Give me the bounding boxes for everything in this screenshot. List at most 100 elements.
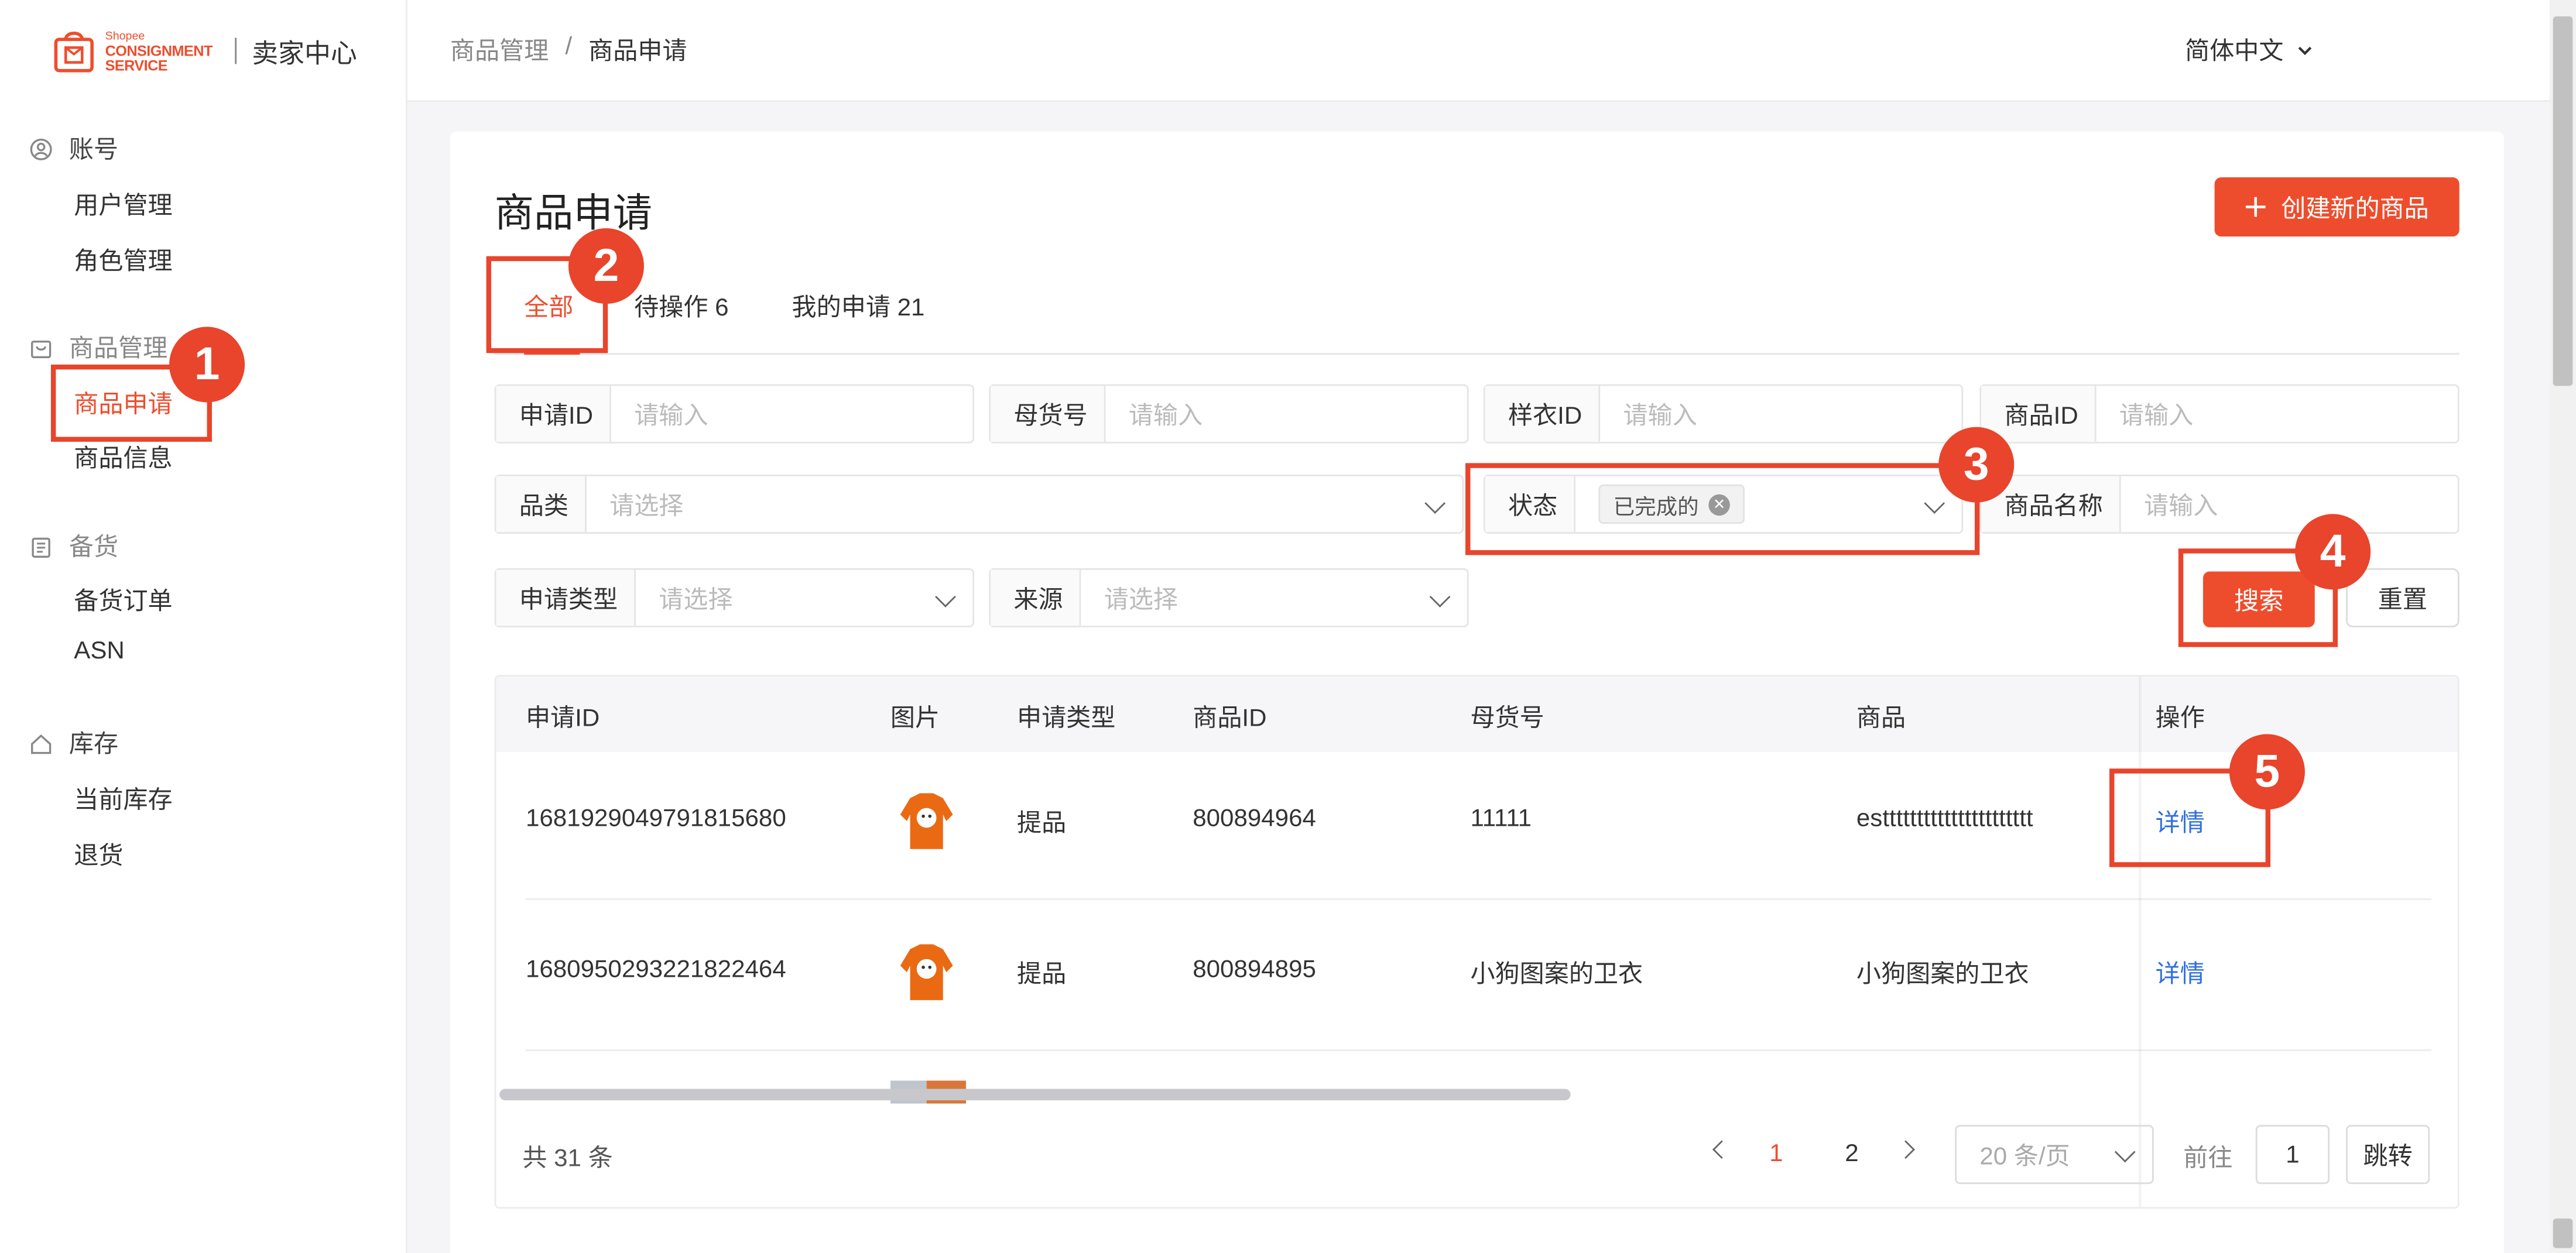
annotation-badge-4: 4 [2295,514,2371,590]
topbar: 商品管理 / 商品申请 简体中文 [407,0,2550,102]
nav-group-inventory-label: 库存 [68,730,119,759]
product-name-input[interactable]: 请输入 [2121,476,2458,532]
chevron-left-icon [1712,1140,1731,1159]
chevron-down-icon [1424,493,1445,514]
annotation-badge-2: 2 [568,228,644,304]
cell-apply-id: 1680950293221822464 [525,956,786,984]
parent-sku-filter: 母货号 请输入 [989,384,1469,444]
scrollbar-thumb[interactable] [2553,16,2573,386]
apply-type-select[interactable]: 请选择 [636,570,972,626]
sidebar-item-role-management[interactable]: 角色管理 [74,243,172,277]
cell-apply-type: 提品 [1016,809,1067,838]
tab-my-applications[interactable]: 我的申请 21 [792,289,925,324]
breadcrumb-current: 商品申请 [588,37,687,66]
plus-icon [2246,197,2266,217]
logo-line1: CONSIGNMENT [105,42,213,59]
apply-type-label: 申请类型 [496,569,636,626]
cell-parent-sku: 11111 [1470,804,1532,833]
tab-pending[interactable]: 待操作 6 [634,289,728,324]
annotation-badge-1: 1 [169,327,245,403]
sidebar-item-stock-orders[interactable]: 备货订单 [74,583,172,617]
breadcrumb-product-management[interactable]: 商品管理 [450,33,549,67]
sidebar-item-asn[interactable]: ASN [74,637,125,665]
column-action: 操作 [2155,704,2205,733]
language-selector[interactable]: 简体中文 [2185,33,2313,67]
chevron-right-icon [1896,1140,1915,1159]
column-parent-sku: 母货号 [1470,704,1544,733]
sample-id-filter: 样衣ID 请输入 [1483,384,1964,444]
shopping-bag-icon [31,339,52,358]
scrollbar-thumb-bottom[interactable] [2553,1218,2573,1248]
source-placeholder: 请选择 [1104,585,1179,614]
breadcrumb-separator: / [565,33,573,61]
cell-product: estttttttttttttttttttttt [1856,804,2033,833]
parent-sku-input[interactable]: 请输入 [1106,386,1467,441]
page-2[interactable]: 2 [1845,1139,1858,1168]
nav-group-account-label: 账号 [68,136,119,164]
sidebar-item-product-info[interactable]: 商品信息 [74,440,172,475]
table-horizontal-scrollbar[interactable] [499,1089,1571,1101]
applications-table: 申请ID 图片 申请类型 商品ID 母货号 商品 操作 168192904979… [494,675,2459,1209]
goto-page-input[interactable]: 1 [2255,1125,2330,1185]
annotation-badge-3: 3 [1938,427,2015,503]
product-id-input[interactable]: 请输入 [2097,386,2458,441]
sidebar-item-user-management[interactable]: 用户管理 [74,187,172,222]
page-1[interactable]: 1 [1769,1139,1783,1168]
apply-id-filter: 申请ID 请输入 [494,384,975,444]
nav-group-stocking[interactable]: 备货 [30,529,119,564]
chevron-down-icon [1429,586,1451,607]
page-size-select[interactable]: 20 条/页 [1955,1125,2154,1185]
detail-link[interactable]: 详情 [2156,956,2205,990]
nav-group-inventory[interactable]: 库存 [30,726,119,760]
table-header: 申请ID 图片 申请类型 商品ID 母货号 商品 操作 [496,677,2458,753]
nav-group-product-label: 商品管理 [68,335,168,363]
goto-label: 前往 [2183,1144,2233,1173]
logo-bag-icon [53,28,95,74]
product-id-label: 商品ID [1981,386,2097,442]
product-thumbnail[interactable] [897,939,956,1005]
sidebar: Shopee CONSIGNMENT SERVICE 卖家中心 账号 用户管理 … [0,0,407,1253]
annotation-badge-5: 5 [2229,734,2305,810]
prev-page-button[interactable] [1712,1127,1731,1159]
chevron-down-icon [2298,46,2312,54]
apply-id-label: 申请ID [496,386,611,442]
create-product-button[interactable]: 创建新的商品 [2214,177,2459,237]
next-page-button[interactable] [1896,1127,1915,1159]
home-icon [31,733,52,753]
source-filter: 来源 请选择 [989,568,1469,627]
brand-logo[interactable]: Shopee CONSIGNMENT SERVICE 卖家中心 [53,23,357,78]
logo-line2: SERVICE [105,56,168,73]
total-count: 共 31 条 [522,1144,613,1173]
nav-group-stocking-label: 备货 [68,533,119,562]
cell-parent-sku: 小狗图案的卫衣 [1470,960,1643,989]
goto-button[interactable]: 跳转 [2346,1125,2430,1185]
nav-group-product-management[interactable]: 商品管理 [30,330,168,365]
app-window: Shopee CONSIGNMENT SERVICE 卖家中心 账号 用户管理 … [0,0,2576,1253]
logo-divider [235,37,237,64]
sidebar-item-returns[interactable]: 退货 [74,837,123,872]
page-size-label: 20 条/页 [1979,1142,2070,1170]
category-placeholder: 请选择 [609,492,684,520]
column-apply-type: 申请类型 [1016,704,1116,733]
chevron-down-icon [935,586,956,607]
cell-product: 小狗图案的卫衣 [1856,960,2029,989]
reset-button[interactable]: 重置 [2346,568,2459,627]
page-title: 商品申请 [494,192,653,237]
apply-id-input[interactable]: 请输入 [611,386,972,441]
apply-type-filter: 申请类型 请选择 [494,568,975,627]
row-divider [525,1049,2432,1051]
product-thumbnail[interactable] [897,788,956,854]
cell-product-id: 800894964 [1193,804,1316,833]
annotation-box-3 [1465,463,1980,555]
category-select[interactable]: 请选择 [587,476,1462,532]
sample-id-label: 样衣ID [1485,386,1601,442]
parent-sku-label: 母货号 [991,386,1106,442]
sample-id-input[interactable]: 请输入 [1600,386,1961,441]
nav-group-account[interactable]: 账号 [30,131,119,166]
sidebar-item-current-stock[interactable]: 当前库存 [74,782,172,816]
page-scrollbar[interactable] [2550,0,2576,1253]
source-select[interactable]: 请选择 [1081,570,1467,626]
category-filter: 品类 请选择 [494,474,1464,534]
product-id-filter: 商品ID 请输入 [1979,384,2459,444]
apply-type-placeholder: 请选择 [659,585,733,614]
